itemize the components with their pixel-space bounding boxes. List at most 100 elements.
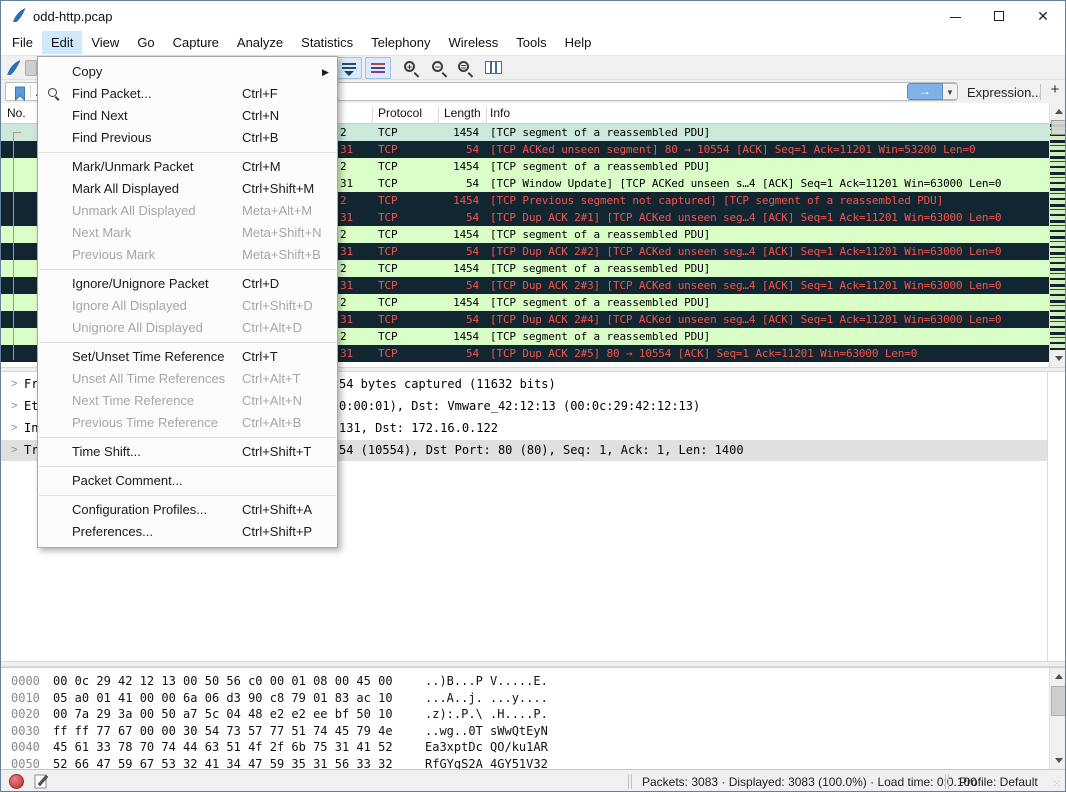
menu-item-label: Copy [72, 64, 102, 79]
menubar-item-file[interactable]: File [3, 31, 42, 54]
menu-item-unmark-all-displayed[interactable]: Unmark All DisplayedMeta+Alt+M [38, 200, 337, 222]
menubar-item-wireless[interactable]: Wireless [439, 31, 507, 54]
menu-item-next-time-reference[interactable]: Next Time ReferenceCtrl+Alt+N [38, 390, 337, 412]
menubar-item-view[interactable]: View [82, 31, 128, 54]
bookmark-icon[interactable] [9, 85, 31, 98]
resize-columns-icon [485, 61, 502, 74]
resize-columns-button[interactable] [481, 57, 507, 79]
cell-destination-fragment: 2 [340, 226, 346, 243]
menu-shortcut: Ctrl+Shift+P [242, 521, 312, 543]
menu-item-label: Set/Unset Time Reference [72, 349, 224, 364]
cell-destination-fragment: 31 [340, 141, 353, 158]
scroll-down-icon[interactable] [1050, 350, 1066, 367]
menu-item-find-packet[interactable]: Find Packet...Ctrl+F [38, 83, 337, 105]
expert-info-icon[interactable] [9, 774, 24, 789]
menu-item-packet-comment[interactable]: Packet Comment... [38, 470, 337, 492]
menubar-item-analyze[interactable]: Analyze [228, 31, 292, 54]
menu-item-next-mark[interactable]: Next MarkMeta+Shift+N [38, 222, 337, 244]
column-protocol[interactable]: Protocol [378, 106, 422, 120]
bytes-scrollbar-thumb[interactable] [1051, 686, 1066, 716]
menu-item-mark-unmark-packet[interactable]: Mark/Unmark PacketCtrl+M [38, 156, 337, 178]
close-button[interactable]: ✕ [1021, 1, 1065, 31]
related-packets-line [13, 132, 14, 360]
cell-length: 54 [438, 277, 479, 294]
bytes-scrollbar[interactable] [1049, 668, 1066, 769]
menubar-item-go[interactable]: Go [128, 31, 163, 54]
minimize-button[interactable] [933, 1, 977, 31]
bytes-scroll-down-icon[interactable] [1050, 752, 1066, 769]
menu-item-mark-all-displayed[interactable]: Mark All DisplayedCtrl+Shift+M [38, 178, 337, 200]
menu-item-find-previous[interactable]: Find Previous Ctrl+B [38, 127, 337, 149]
menubar-item-tools[interactable]: Tools [507, 31, 555, 54]
profile-label[interactable]: Profile: Default [959, 775, 1038, 789]
add-filter-button[interactable]: + [1046, 81, 1064, 101]
apply-filter-button[interactable]: → [907, 83, 943, 100]
zoom-100-button[interactable]: = [453, 57, 479, 79]
cell-info: [TCP Dup ACK 2#2] [TCP ACKed unseen seg…… [490, 243, 1001, 260]
hex-ascii: .z):.P.\ .H....P. [425, 706, 548, 722]
packet-list-scrollbar[interactable] [1049, 103, 1066, 367]
intelligent-scrollbar-minimap[interactable] [1050, 120, 1066, 350]
menu-item-unset-all-time-references[interactable]: Unset All Time ReferencesCtrl+Alt+T [38, 368, 337, 390]
menu-separator [39, 437, 336, 438]
cell-protocol: TCP [378, 192, 397, 209]
menubar-item-statistics[interactable]: Statistics [292, 31, 362, 54]
capture-comment-icon[interactable] [34, 773, 49, 792]
hex-line[interactable]: 004045 61 33 78 70 74 44 63 51 4f 2f 6b … [1, 739, 1041, 755]
menubar-item-capture[interactable]: Capture [164, 31, 228, 54]
bytes-scroll-up-icon[interactable] [1050, 668, 1066, 685]
expand-chevron-icon[interactable]: > [11, 440, 17, 461]
submenu-arrow-icon: ▶ [322, 61, 329, 83]
cell-info: [TCP ACKed unseen segment] 80 → 10554 [A… [490, 141, 975, 158]
colorize-button[interactable] [365, 57, 391, 79]
menu-item-previous-mark[interactable]: Previous MarkMeta+Shift+B [38, 244, 337, 266]
scroll-up-icon[interactable] [1050, 103, 1066, 120]
menubar-item-edit[interactable]: Edit [42, 31, 82, 54]
hex-line[interactable]: 001005 a0 01 41 00 00 6a 06 d3 90 c8 79 … [1, 690, 1041, 706]
cell-destination-fragment: 2 [340, 192, 346, 209]
hex-bytes: 00 0c 29 42 12 13 00 50 56 c0 00 01 08 0… [53, 673, 393, 689]
expression-button[interactable]: Expression... [967, 85, 1042, 100]
scrollbar-slider[interactable] [1051, 120, 1066, 135]
menu-item-find-next[interactable]: Find NextCtrl+N [38, 105, 337, 127]
hex-offset: 0020 [11, 706, 40, 722]
zoom-in-button[interactable]: + [399, 57, 425, 79]
toolbar-partial-icon[interactable] [25, 60, 37, 76]
column-info[interactable]: Info [490, 106, 510, 120]
menu-item-previous-time-reference[interactable]: Previous Time ReferenceCtrl+Alt+B [38, 412, 337, 434]
hex-line[interactable]: 000000 0c 29 42 12 13 00 50 56 c0 00 01 … [1, 673, 1041, 689]
menu-item-preferences[interactable]: Preferences...Ctrl+Shift+P [38, 521, 337, 543]
cell-info: [TCP Dup ACK 2#5] 80 → 10554 [ACK] Seq=1… [490, 345, 917, 362]
cell-destination-fragment: 2 [340, 328, 346, 345]
column-length[interactable]: Length [444, 106, 481, 120]
cell-protocol: TCP [378, 260, 397, 277]
cell-info: [TCP segment of a reassembled PDU] [490, 158, 710, 175]
menu-item-unignore-all-displayed[interactable]: Unignore All DisplayedCtrl+Alt+D [38, 317, 337, 339]
hex-bytes: ff ff 77 67 00 00 30 54 73 57 77 51 74 4… [53, 723, 393, 739]
menu-shortcut: Ctrl+B [242, 127, 278, 149]
hex-line[interactable]: 002000 7a 29 3a 00 50 a7 5c 04 48 e2 e2 … [1, 706, 1041, 722]
resize-grip[interactable]: ⁙ [1053, 779, 1062, 790]
cell-protocol: TCP [378, 175, 397, 192]
menu-item-copy[interactable]: Copy ▶ [38, 61, 337, 83]
menu-item-configuration-profiles[interactable]: Configuration Profiles...Ctrl+Shift+A [38, 499, 337, 521]
menubar-item-help[interactable]: Help [556, 31, 601, 54]
cell-length: 1454 [438, 226, 479, 243]
filter-dropdown-caret[interactable]: ▼ [943, 83, 958, 100]
menu-item-label: Find Previous [72, 130, 151, 145]
menu-separator [39, 495, 336, 496]
auto-scroll-button[interactable] [336, 57, 362, 79]
zoom-out-button[interactable]: − [427, 57, 453, 79]
menu-item-time-shift[interactable]: Time Shift...Ctrl+Shift+T [38, 441, 337, 463]
expand-chevron-icon[interactable]: > [11, 418, 17, 439]
menu-item-ignore-all-displayed[interactable]: Ignore All DisplayedCtrl+Shift+D [38, 295, 337, 317]
expand-chevron-icon[interactable]: > [11, 374, 17, 395]
menu-item-set-unset-time-reference[interactable]: Set/Unset Time ReferenceCtrl+T [38, 346, 337, 368]
menubar-item-telephony[interactable]: Telephony [362, 31, 439, 54]
column-no[interactable]: No. [7, 106, 26, 120]
menu-item-ignore-unignore-packet[interactable]: Ignore/Unignore PacketCtrl+D [38, 273, 337, 295]
maximize-button[interactable] [977, 1, 1021, 31]
wireshark-window: odd-http.pcap ✕ FileEditViewGoCaptureAna… [0, 0, 1066, 792]
expand-chevron-icon[interactable]: > [11, 396, 17, 417]
hex-line[interactable]: 0030ff ff 77 67 00 00 30 54 73 57 77 51 … [1, 723, 1041, 739]
